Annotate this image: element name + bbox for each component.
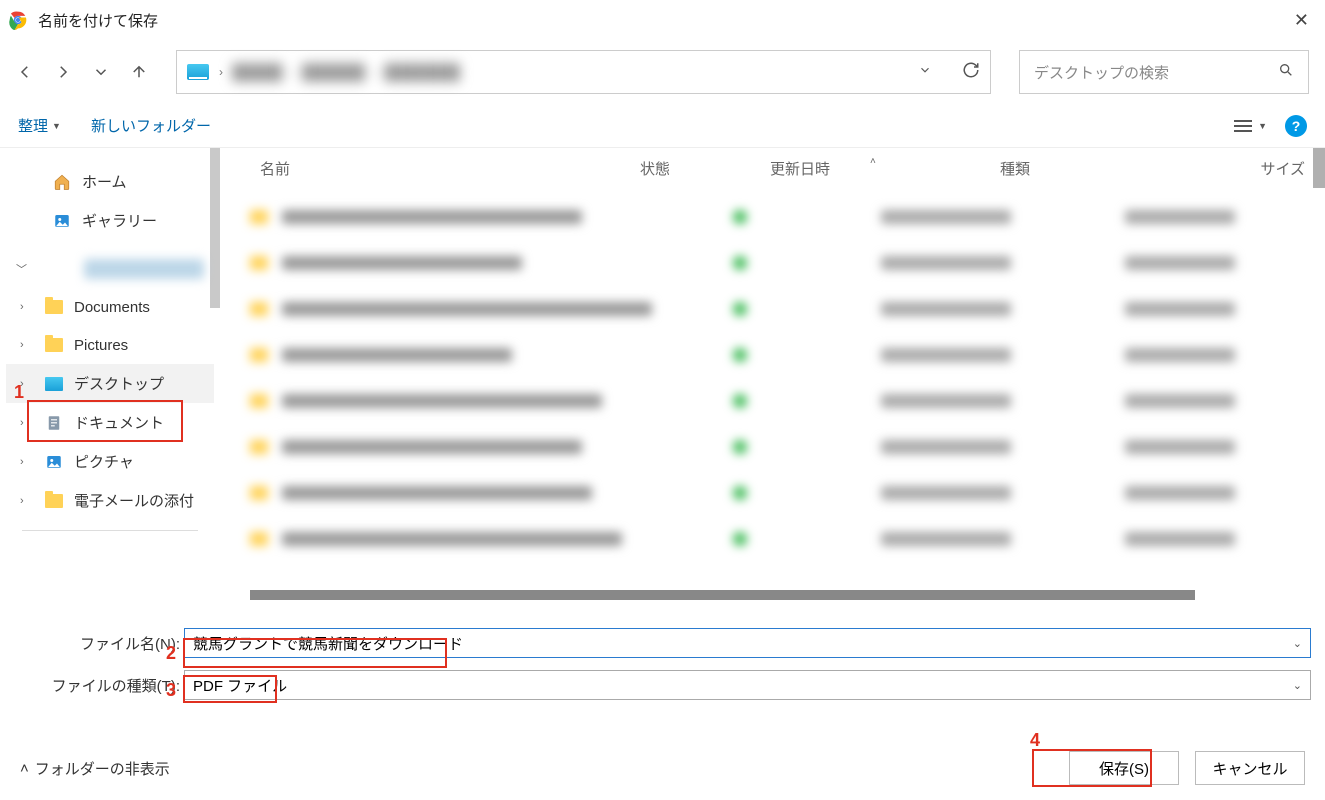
sidebar-item-jp-pictures[interactable]: › ピクチャ bbox=[6, 442, 214, 481]
list-view-icon bbox=[1234, 120, 1252, 132]
home-icon bbox=[52, 172, 72, 192]
search-input[interactable]: デスクトップの検索 bbox=[1019, 50, 1309, 94]
search-placeholder: デスクトップの検索 bbox=[1034, 62, 1278, 83]
expand-icon[interactable]: › bbox=[20, 378, 24, 390]
expand-icon[interactable]: › bbox=[20, 339, 24, 351]
sidebar-item-account[interactable]: ﹀ bbox=[6, 250, 214, 288]
expand-icon[interactable]: › bbox=[20, 417, 24, 429]
desktop-icon bbox=[45, 377, 63, 391]
document-icon bbox=[44, 413, 64, 433]
sort-asc-icon: ˄ bbox=[870, 156, 876, 167]
column-headers: 名前 状態 更新日時˄ 種類 サイズ bbox=[220, 148, 1325, 188]
nav-row: › ████ › █████ › ██████ デスクトップの検索 bbox=[0, 40, 1325, 104]
expand-icon[interactable]: › bbox=[20, 495, 24, 507]
gallery-icon bbox=[52, 211, 72, 231]
toolbar: 整理▼ 新しいフォルダー ▼ ? bbox=[0, 104, 1325, 148]
filename-label: ファイル名(N): bbox=[14, 633, 184, 654]
chevron-up-icon: ˄ bbox=[20, 760, 29, 777]
sidebar-item-email-attach[interactable]: › 電子メールの添付 bbox=[6, 481, 214, 520]
back-icon[interactable] bbox=[16, 63, 34, 81]
hide-folders-button[interactable]: ˄ フォルダーの非表示 bbox=[20, 758, 170, 779]
sidebar-item-home[interactable]: ホーム bbox=[6, 162, 214, 201]
up-icon[interactable] bbox=[130, 63, 148, 81]
new-folder-button[interactable]: 新しいフォルダー bbox=[91, 115, 211, 136]
save-button[interactable]: 保存(S) bbox=[1069, 751, 1179, 785]
col-modified[interactable]: 更新日時˄ bbox=[770, 158, 1000, 179]
folder-icon bbox=[45, 494, 63, 508]
file-rows-blurred bbox=[220, 188, 1325, 568]
sidebar-item-gallery[interactable]: ギャラリー bbox=[6, 201, 214, 240]
forward-icon[interactable] bbox=[54, 63, 72, 81]
search-icon bbox=[1278, 62, 1294, 82]
footer: ˄ フォルダーの非表示 保存(S) キャンセル bbox=[0, 742, 1325, 800]
file-list: 名前 状態 更新日時˄ 種類 サイズ bbox=[220, 148, 1325, 608]
filename-dropdown-icon[interactable]: ⌄ bbox=[1293, 637, 1302, 650]
folder-icon bbox=[45, 338, 63, 352]
address-bar[interactable]: › ████ › █████ › ██████ bbox=[176, 50, 991, 94]
organize-button[interactable]: 整理▼ bbox=[18, 115, 61, 136]
expand-icon[interactable]: › bbox=[20, 301, 24, 313]
filetype-dropdown-icon[interactable]: ⌄ bbox=[1293, 679, 1302, 692]
chevron-down-icon[interactable] bbox=[92, 63, 110, 81]
address-dropdown-icon[interactable] bbox=[918, 63, 932, 82]
sidebar-separator bbox=[22, 530, 198, 531]
view-mode-button[interactable]: ▼ bbox=[1234, 120, 1267, 132]
col-name[interactable]: 名前 bbox=[220, 158, 640, 179]
sidebar-item-desktop[interactable]: › デスクトップ bbox=[6, 364, 214, 403]
folder-icon bbox=[45, 300, 63, 314]
list-scrollbar-v[interactable] bbox=[1313, 148, 1325, 188]
sidebar: ホーム ギャラリー ﹀ › Documents › Pictures › デスク… bbox=[0, 148, 220, 608]
filename-input[interactable]: 競馬グラントで競馬新聞をダウンロード ⌄ bbox=[184, 628, 1311, 658]
pictures-icon bbox=[44, 452, 64, 472]
expand-icon[interactable]: › bbox=[20, 456, 24, 468]
cancel-button[interactable]: キャンセル bbox=[1195, 751, 1305, 785]
refresh-icon[interactable] bbox=[962, 61, 980, 84]
sidebar-item-jp-documents[interactable]: › ドキュメント bbox=[6, 403, 214, 442]
breadcrumb-blurred: ████ › █████ › ██████ bbox=[233, 64, 461, 81]
col-size[interactable]: サイズ bbox=[1200, 158, 1305, 179]
collapse-icon[interactable]: ﹀ bbox=[16, 261, 27, 277]
sidebar-item-pictures[interactable]: › Pictures bbox=[6, 326, 214, 364]
filetype-select[interactable]: PDF ファイル ⌄ bbox=[184, 670, 1311, 700]
main-area: ホーム ギャラリー ﹀ › Documents › Pictures › デスク… bbox=[0, 148, 1325, 608]
col-state[interactable]: 状態 bbox=[640, 158, 770, 179]
list-scrollbar-h[interactable] bbox=[250, 590, 1195, 600]
close-icon[interactable]: ✕ bbox=[1294, 10, 1309, 31]
chrome-icon bbox=[8, 10, 28, 30]
sidebar-item-documents[interactable]: › Documents bbox=[6, 288, 214, 326]
drive-icon bbox=[187, 64, 209, 80]
titlebar: 名前を付けて保存 ✕ bbox=[0, 0, 1325, 40]
save-form: ファイル名(N): 競馬グラントで競馬新聞をダウンロード ⌄ ファイルの種類(T… bbox=[0, 608, 1325, 720]
help-icon[interactable]: ? bbox=[1285, 115, 1307, 137]
breadcrumb-separator: › bbox=[219, 65, 223, 79]
window-title: 名前を付けて保存 bbox=[38, 10, 158, 31]
filetype-label: ファイルの種類(T): bbox=[14, 675, 184, 696]
col-type[interactable]: 種類 bbox=[1000, 158, 1200, 179]
